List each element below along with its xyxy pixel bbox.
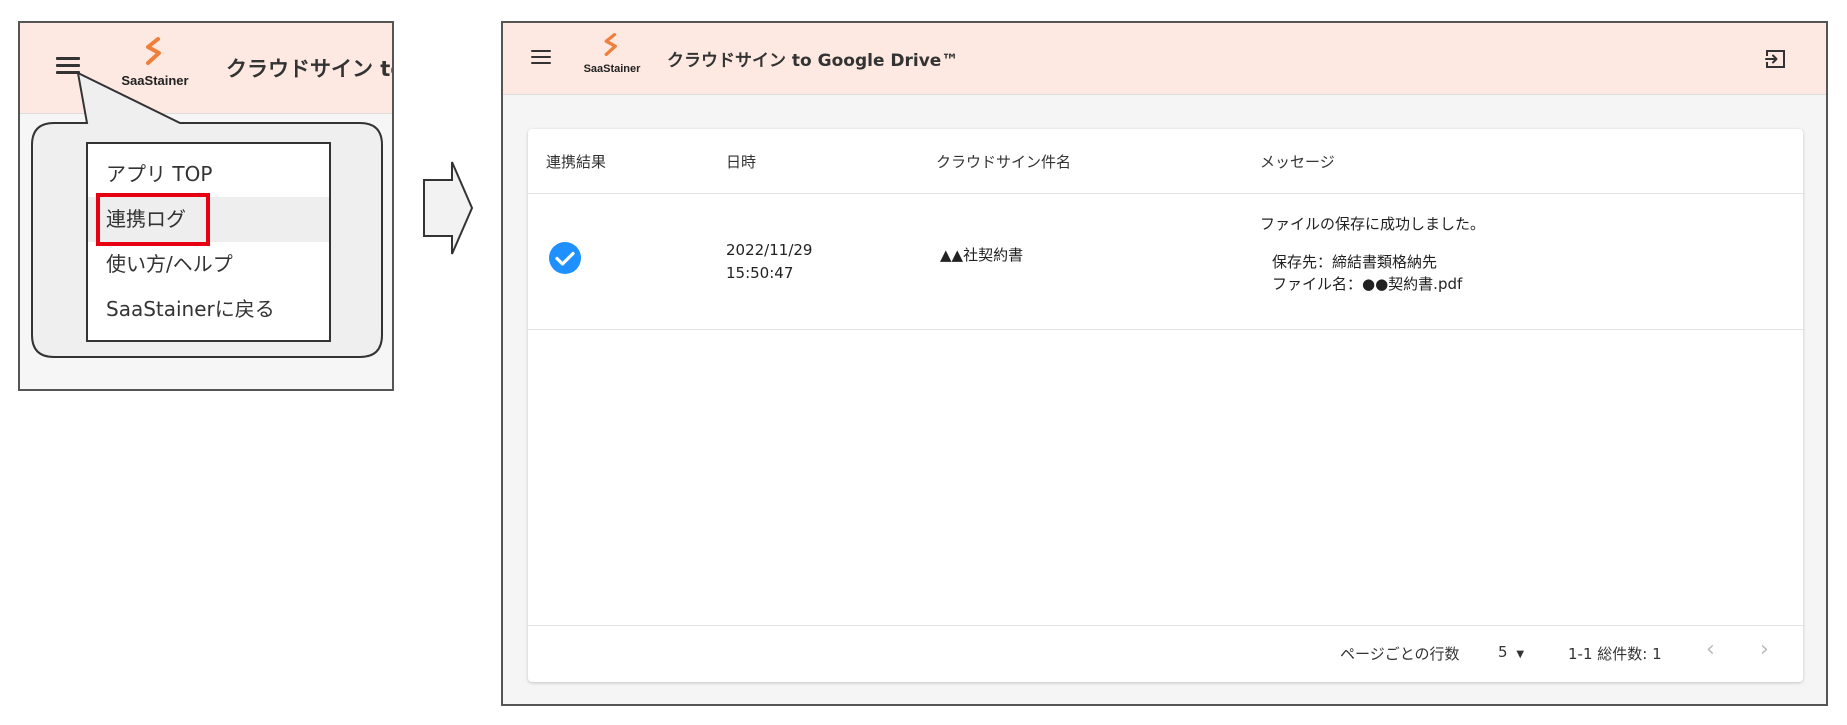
menu-item-app-top[interactable]: アプリ TOP xyxy=(88,152,329,197)
row-date: 2022/11/29 xyxy=(726,241,813,259)
rows-per-page-label: ページごとの行数 xyxy=(1340,645,1460,663)
header-divider xyxy=(528,193,1803,194)
column-header-result[interactable]: 連携結果 xyxy=(546,151,606,172)
saastainer-s-icon xyxy=(604,33,617,57)
right-arrow-icon xyxy=(423,161,474,255)
row-detail-destination: 保存先：締結書類格納先 xyxy=(1272,253,1438,271)
menu-item-help[interactable]: 使い方/ヘルプ xyxy=(88,242,329,287)
prev-page-icon[interactable]: ‹ xyxy=(1706,637,1715,662)
column-header-subject[interactable]: クラウドサイン件名 xyxy=(936,151,1071,172)
pagination-range: 1-1 総件数: 1 xyxy=(1568,645,1662,663)
column-header-datetime[interactable]: 日時 xyxy=(726,151,756,172)
footer-divider xyxy=(528,625,1803,626)
rows-per-page-select[interactable]: 5 ▼ xyxy=(1498,643,1524,661)
sync-log-table-card: 連携結果 日時 クラウドサイン件名 メッセージ 2022/11/29 15:50… xyxy=(528,129,1803,682)
check-circle-icon xyxy=(549,242,581,274)
saastainer-logo: SaaStainer xyxy=(581,33,643,75)
nav-menu-screenshot: SaaStainer クラウドサイン to Google Drive™ アプリ … xyxy=(18,21,394,391)
highlight-annotation xyxy=(96,193,210,246)
sync-log-screenshot: SaaStainer クラウドサイン to Google Drive™ 連携結果… xyxy=(501,21,1828,706)
app-title: クラウドサイン to Google Drive™ xyxy=(667,51,959,71)
next-page-icon[interactable]: › xyxy=(1760,637,1769,662)
row-detail-filename: ファイル名：●●契約書.pdf xyxy=(1272,275,1463,293)
row-divider xyxy=(528,329,1803,330)
caret-down-icon: ▼ xyxy=(1516,649,1525,660)
right-app-header: SaaStainer クラウドサイン to Google Drive™ xyxy=(503,23,1826,95)
row-time: 15:50:47 xyxy=(726,264,794,282)
logout-icon[interactable] xyxy=(1764,47,1788,71)
column-header-message[interactable]: メッセージ xyxy=(1260,151,1335,172)
hamburger-menu-icon[interactable] xyxy=(531,50,551,65)
logo-text: SaaStainer xyxy=(583,63,641,75)
menu-item-back-to-saastainer[interactable]: SaaStainerに戻る xyxy=(88,287,329,332)
rows-per-page-value: 5 xyxy=(1498,643,1508,661)
row-subject: ▲▲社契約書 xyxy=(940,246,1024,264)
row-message: ファイルの保存に成功しました。 xyxy=(1260,215,1486,233)
